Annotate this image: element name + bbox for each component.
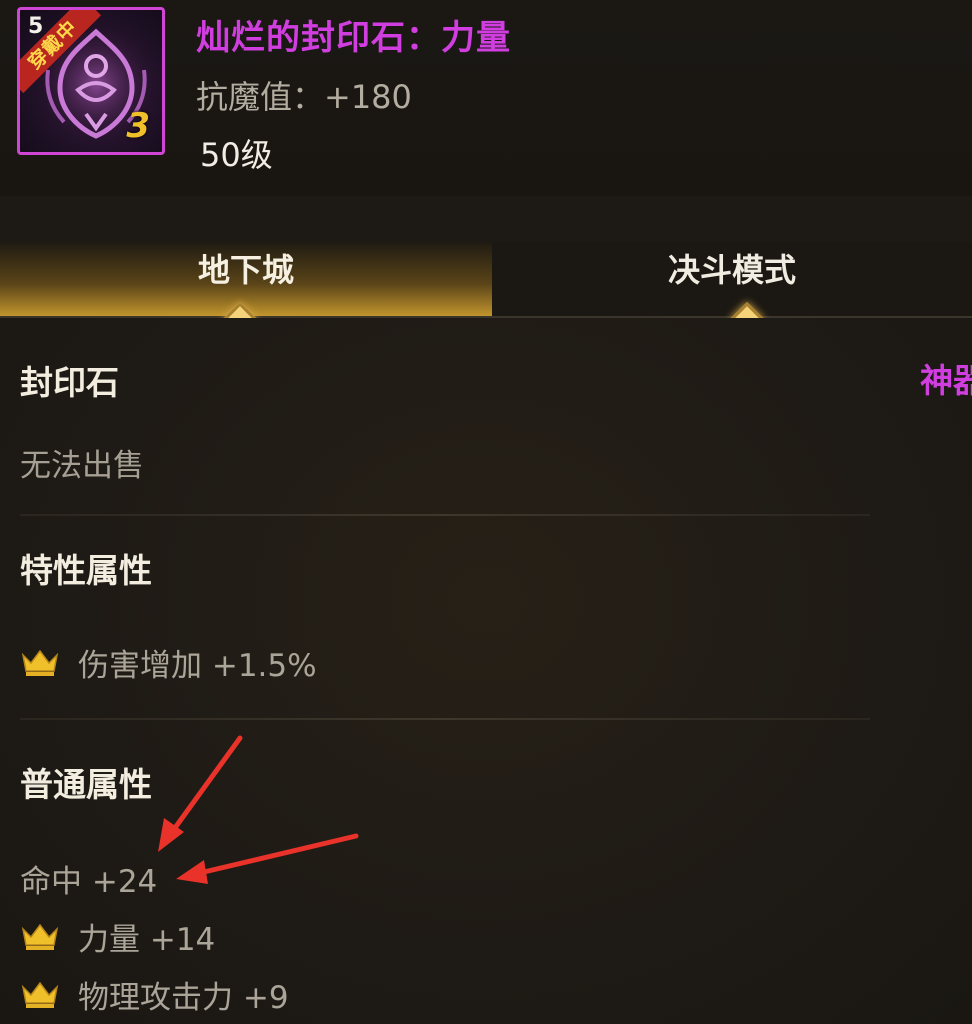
crown-icon <box>21 981 59 1008</box>
tab-duel-mode[interactable]: 决斗模式 <box>492 242 972 318</box>
item-main-stat: 抗魔值：+180 <box>196 78 412 116</box>
divider <box>20 718 870 720</box>
item-rarity-tag: 神器 <box>920 361 972 400</box>
item-category: 封印石 <box>20 363 119 402</box>
normal-attributes-title: 普通属性 <box>20 765 152 804</box>
tab-dungeon[interactable]: 地下城 <box>0 242 492 318</box>
divider <box>20 514 870 516</box>
trait-attributes-title: 特性属性 <box>20 551 152 590</box>
item-icon-frame[interactable]: 5 穿戴中 3 <box>17 7 165 155</box>
normal-attribute-text: 力量 +14 <box>78 921 216 958</box>
crown-icon <box>21 649 59 676</box>
normal-attribute-text: 物理攻击力 +9 <box>78 979 289 1016</box>
mode-tabs: 地下城 决斗模式 <box>0 222 972 336</box>
trait-attribute-row: 伤害增加 +1.5% <box>20 642 317 684</box>
item-name: 灿烂的封印石：力量 <box>196 18 511 58</box>
item-details-panel: 封印石 神器 无法出售 特性属性 伤害增加 +1.5% 普通属性 命中 +24 … <box>0 318 972 1024</box>
crown-icon <box>21 923 59 950</box>
normal-attribute-row: 物理攻击力 +9 <box>20 974 289 1016</box>
item-grade-number: 3 <box>126 106 150 146</box>
normal-attribute-text: 命中 +24 <box>20 863 158 900</box>
normal-attribute-row: 命中 +24 <box>20 858 158 900</box>
item-header: 5 穿戴中 3 灿烂的封印石：力量 抗魔值：+180 50级 <box>0 0 972 196</box>
trait-attribute-text: 伤害增加 +1.5% <box>78 647 317 684</box>
item-slot-number: 5 <box>28 14 44 39</box>
normal-attribute-row: 力量 +14 <box>20 916 216 958</box>
sell-status: 无法出售 <box>20 448 144 484</box>
item-level: 50级 <box>200 136 273 174</box>
